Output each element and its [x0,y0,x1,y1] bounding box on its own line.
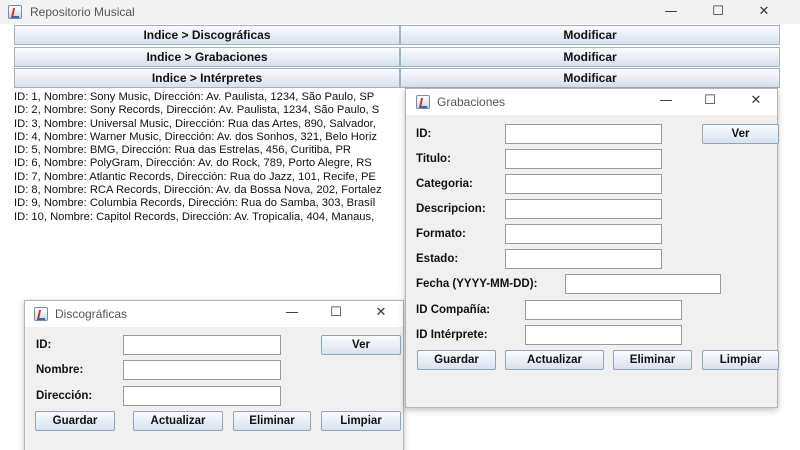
list-item: ID: 2, Nombre: Sony Records, Dirección: … [14,104,380,117]
menu-interpretes-button[interactable]: Indice > Intérpretes [14,68,400,88]
id-interprete-input[interactable] [525,325,682,345]
eliminar-button[interactable]: Eliminar [233,411,311,431]
modificar-discograficas-button[interactable]: Modificar [400,25,780,45]
estado-input[interactable] [505,249,662,269]
grabaciones-dialog: Grabaciones — ☐ ✕ ID: Ver Titulo: Catego… [405,88,779,408]
records-list: ID: 1, Nombre: Sony Music, Dirección: Av… [14,91,400,224]
menu-discograficas-button[interactable]: Indice > Discográficas [14,25,400,45]
list-item: ID: 10, Nombre: Capitol Records, Direcci… [14,210,375,223]
titulo-input[interactable] [505,149,662,169]
maximize-icon[interactable]: ☐ [698,93,722,109]
limpiar-button[interactable]: Limpiar [702,350,779,370]
maximize-icon[interactable]: ☐ [324,305,348,321]
discograficas-titlebar[interactable]: Discográficas — ☐ ✕ [25,301,403,327]
list-item: ID: 1, Nombre: Sony Music, Dirección: Av… [14,91,375,103]
list-item: ID: 8, Nombre: RCA Records, Dirección: A… [14,184,382,197]
java-app-icon [34,307,48,321]
formato-input[interactable] [505,224,662,244]
list-item: ID: 4, Nombre: Warner Music, Dirección: … [14,130,377,143]
grabaciones-titlebar[interactable]: Grabaciones — ☐ ✕ [406,89,777,115]
id-compania-label: ID Compañía: [416,304,491,316]
modificar-interpretes-button[interactable]: Modificar [400,68,780,88]
id-label: ID: [416,128,432,140]
ver-button[interactable]: Ver [321,335,401,355]
discograficas-direccion-input[interactable] [123,386,281,406]
titulo-label: Titulo: [416,153,451,165]
java-app-icon [416,95,430,109]
guardar-button[interactable]: Guardar [417,350,496,370]
close-icon[interactable]: ✕ [744,93,768,109]
id-label: ID: [36,339,52,351]
limpiar-button[interactable]: Limpiar [321,411,401,431]
close-icon[interactable]: ✕ [369,305,393,321]
maximize-icon[interactable]: ☐ [706,4,730,20]
grabaciones-id-input[interactable] [505,124,662,144]
minimize-icon[interactable]: — [280,305,304,321]
grabaciones-title: Grabaciones [437,95,506,109]
descripcion-input[interactable] [505,199,662,219]
discograficas-dialog: Discográficas — ☐ ✕ ID: Ver Nombre: Dire… [24,300,404,450]
java-app-icon [8,5,22,19]
discograficas-title: Discográficas [55,307,128,321]
main-window-title: Repositorio Musical [30,5,135,19]
discograficas-nombre-input[interactable] [123,360,281,380]
fecha-label: Fecha (YYYY-MM-DD): [416,278,538,290]
main-titlebar[interactable]: Repositorio Musical — ☐ ✕ [0,0,800,24]
categoria-input[interactable] [505,174,662,194]
minimize-icon[interactable]: — [654,93,678,109]
actualizar-button[interactable]: Actualizar [505,350,604,370]
fecha-input[interactable] [565,274,721,294]
direccion-label: Dirección: [36,390,93,402]
descripcion-label: Descripcion: [416,203,486,215]
menu-grabaciones-button[interactable]: Indice > Grabaciones [14,47,400,67]
minimize-icon[interactable]: — [659,4,683,20]
actualizar-button[interactable]: Actualizar [133,411,223,431]
nombre-label: Nombre: [36,364,84,376]
formato-label: Formato: [416,228,466,240]
list-item: ID: 9, Nombre: Columbia Records, Direcci… [14,197,376,210]
ver-button[interactable]: Ver [702,124,779,144]
list-item: ID: 7, Nombre: Atlantic Records, Direcci… [14,170,376,183]
estado-label: Estado: [416,253,459,265]
guardar-button[interactable]: Guardar [35,411,115,431]
close-icon[interactable]: ✕ [752,4,776,20]
list-item: ID: 5, Nombre: BMG, Dirección: Rua das E… [14,144,351,157]
modificar-grabaciones-button[interactable]: Modificar [400,47,780,67]
list-item: ID: 3, Nombre: Universal Music, Direcció… [14,117,376,130]
id-compania-input[interactable] [525,300,682,320]
categoria-label: Categoria: [416,178,473,190]
discograficas-id-input[interactable] [123,335,281,355]
id-interprete-label: ID Intérprete: [416,329,488,341]
eliminar-button[interactable]: Eliminar [613,350,692,370]
list-item: ID: 6, Nombre: PolyGram, Dirección: Av. … [14,157,372,170]
